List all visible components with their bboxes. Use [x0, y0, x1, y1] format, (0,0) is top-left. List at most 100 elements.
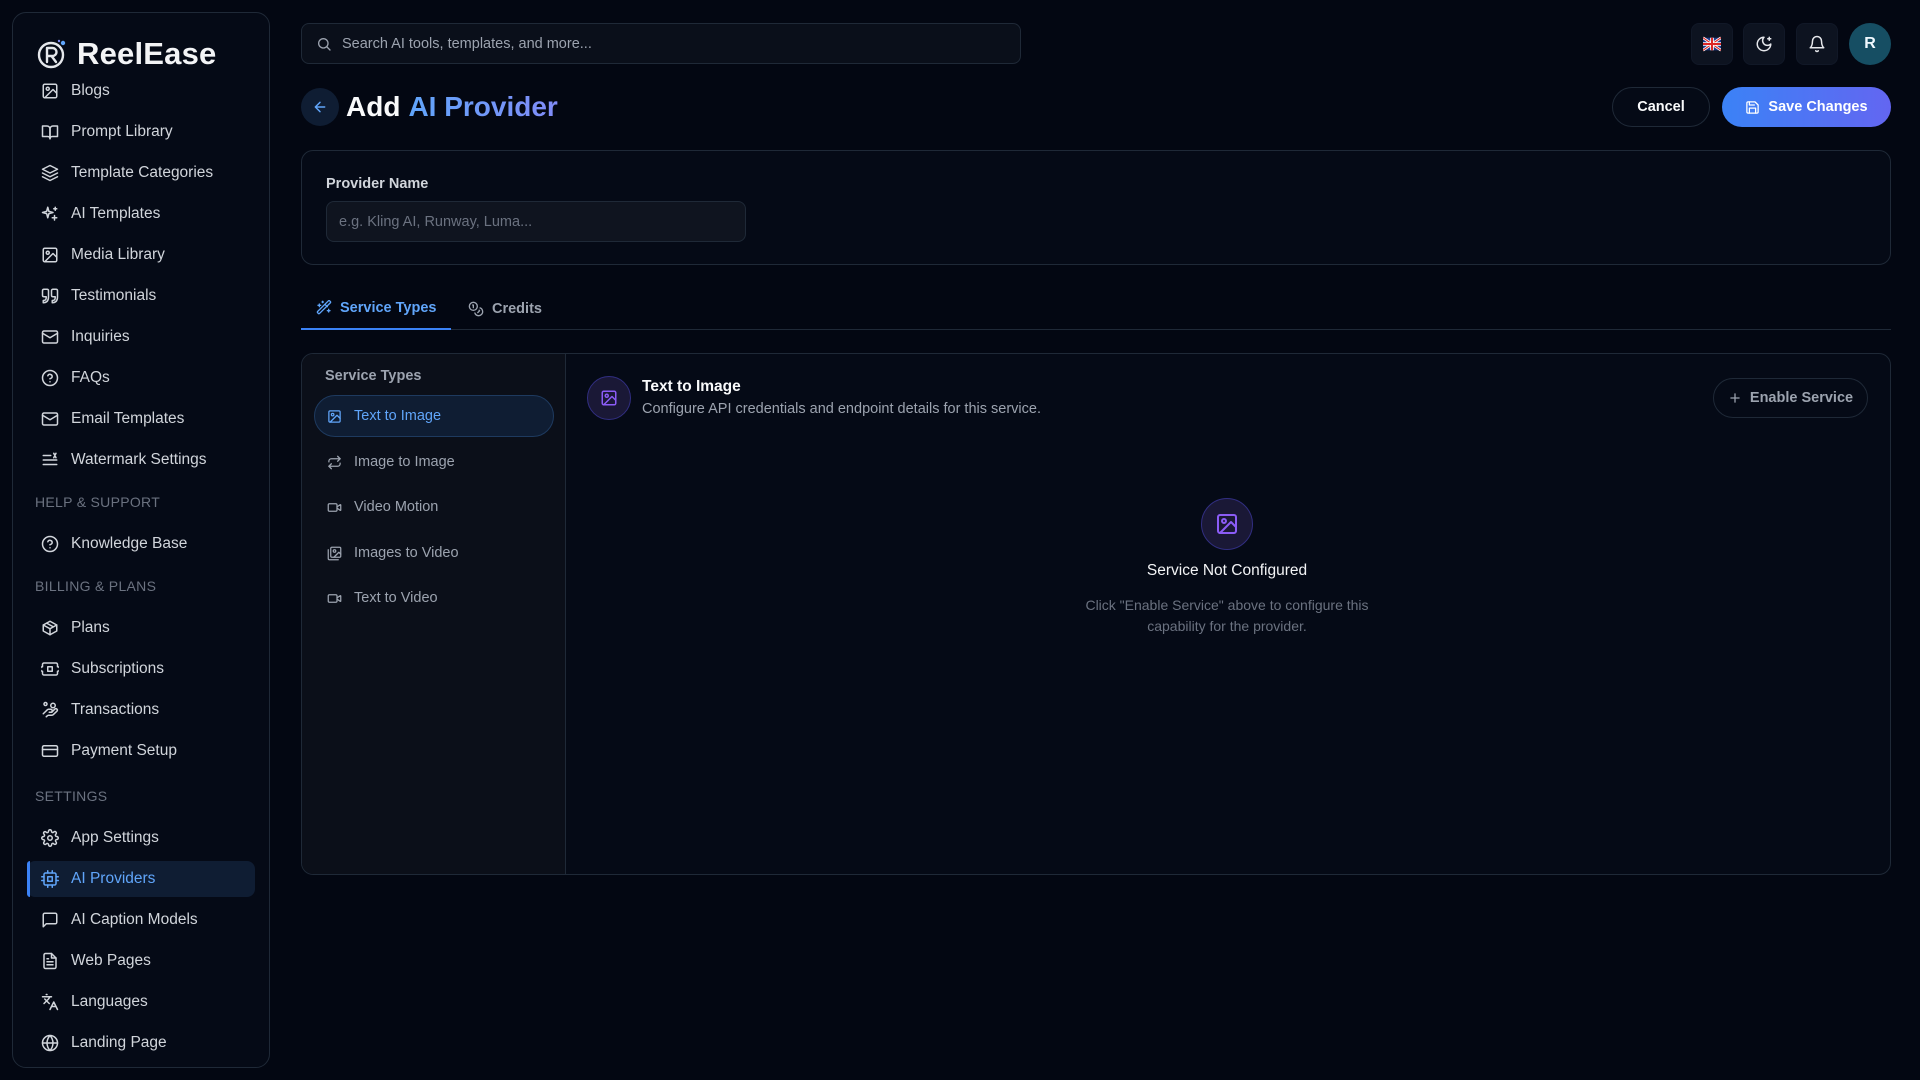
- sidebar-item-label: Email Templates: [71, 410, 185, 427]
- service-item-text-to-video[interactable]: Text to Video: [314, 577, 554, 619]
- sidebar-item-payment-setup[interactable]: Payment Setup: [27, 733, 255, 769]
- sidebar-item-web-pages[interactable]: Web Pages: [27, 943, 255, 979]
- sidebar-item-label: AI Caption Models: [71, 911, 198, 928]
- save-changes-button[interactable]: Save Changes: [1722, 87, 1891, 127]
- avatar[interactable]: R: [1849, 23, 1891, 65]
- section-billing-plans: BILLING & PLANS: [35, 578, 157, 594]
- sidebar-item-app-settings[interactable]: App Settings: [27, 820, 255, 856]
- provider-name-input[interactable]: [326, 201, 746, 242]
- sparkles-icon: [41, 206, 58, 221]
- sidebar-item-label: Landing Page: [71, 1034, 167, 1051]
- text-lines-icon: [42, 452, 58, 466]
- search-bar[interactable]: [301, 23, 1021, 64]
- image-icon: [328, 409, 341, 423]
- service-panel: Service Types Text to Image Image to Ima…: [301, 353, 1891, 875]
- image-icon: [42, 83, 58, 99]
- section-help-support: HELP & SUPPORT: [35, 494, 161, 510]
- sidebar-item-knowledge-base[interactable]: Knowledge Base: [27, 526, 255, 562]
- page-title-highlight: AI Provider: [408, 91, 558, 122]
- service-item-label: Text to Video: [354, 590, 438, 606]
- service-item-images-to-video[interactable]: Images to Video: [314, 532, 554, 574]
- plus-icon: [1730, 393, 1740, 403]
- tab-bar: Service Types Credits: [301, 288, 1891, 330]
- coins-icon: [468, 301, 484, 317]
- package-icon: [42, 620, 58, 636]
- brand[interactable]: ReelEase: [35, 31, 265, 77]
- sidebar-item-media-library[interactable]: Media Library: [27, 237, 255, 273]
- sidebar-item-faqs[interactable]: FAQs: [27, 360, 255, 396]
- sidebar-item-label: FAQs: [71, 369, 110, 386]
- sidebar-item-landing-page[interactable]: Landing Page: [27, 1025, 255, 1061]
- cpu-icon: [41, 870, 59, 888]
- quote-icon: [41, 288, 59, 304]
- tab-credits[interactable]: Credits: [453, 288, 557, 330]
- sidebar-item-label: Testimonials: [71, 287, 157, 304]
- mail-icon: [41, 412, 59, 426]
- sidebar-item-label: Media Library: [71, 246, 165, 263]
- enable-service-button[interactable]: Enable Service: [1713, 378, 1868, 418]
- sidebar-item-ai-templates[interactable]: AI Templates: [27, 196, 255, 232]
- service-item-text-to-image[interactable]: Text to Image: [314, 395, 554, 437]
- service-item-image-to-image[interactable]: Image to Image: [314, 441, 554, 483]
- video-icon: [327, 593, 342, 603]
- images-icon: [327, 546, 342, 560]
- save-icon: [1746, 100, 1760, 114]
- sidebar-item-plans[interactable]: Plans: [27, 610, 255, 646]
- service-item-label: Image to Image: [354, 454, 455, 470]
- sidebar-item-watermark-settings[interactable]: Watermark Settings: [27, 442, 255, 478]
- notifications-button[interactable]: [1796, 23, 1838, 65]
- arrow-left-icon: [314, 101, 326, 113]
- brand-logo-icon: [35, 37, 69, 71]
- save-changes-label: Save Changes: [1768, 99, 1868, 115]
- sidebar-item-label: Knowledge Base: [71, 535, 188, 552]
- page-title: Add AI Provider: [346, 88, 558, 126]
- sidebar-item-label: Prompt Library: [71, 123, 173, 140]
- globe-icon: [41, 1034, 59, 1052]
- theme-toggle-button[interactable]: [1743, 23, 1785, 65]
- search-icon: [318, 37, 331, 51]
- moon-icon: [1756, 36, 1772, 52]
- wand-icon: [316, 300, 332, 315]
- coins-icon: [42, 701, 59, 718]
- help-circle-icon: [41, 535, 59, 553]
- service-item-video-motion[interactable]: Video Motion: [314, 486, 554, 528]
- sidebar-item-label: AI Templates: [71, 205, 161, 222]
- sidebar-item-label: Template Categories: [71, 164, 214, 181]
- page-title-prefix: Add: [346, 91, 401, 122]
- back-button[interactable]: [301, 88, 339, 126]
- tab-label: Service Types: [340, 300, 437, 316]
- sidebar-item-email-templates[interactable]: Email Templates: [27, 401, 255, 437]
- service-list-title: Service Types: [325, 368, 422, 384]
- sidebar-item-label: Inquiries: [71, 328, 130, 345]
- cancel-button[interactable]: Cancel: [1612, 87, 1710, 127]
- provider-name-card: Provider Name: [301, 150, 1891, 265]
- empty-state-description: Click "Enable Service" above to configur…: [1085, 597, 1369, 634]
- book-open-icon: [41, 125, 59, 140]
- mail-icon: [41, 330, 59, 344]
- sidebar-item-subscriptions[interactable]: Subscriptions: [27, 651, 255, 687]
- service-type-list: Service Types Text to Image Image to Ima…: [302, 354, 566, 874]
- sidebar-item-template-categories[interactable]: Template Categories: [27, 155, 255, 191]
- sidebar-item-languages[interactable]: Languages: [27, 984, 255, 1020]
- credit-card-icon: [41, 745, 59, 757]
- service-item-label: Images to Video: [354, 545, 459, 561]
- sidebar-item-prompt-library[interactable]: Prompt Library: [27, 114, 255, 150]
- tab-service-types[interactable]: Service Types: [301, 288, 452, 330]
- tab-label: Credits: [492, 301, 542, 317]
- section-settings: SETTINGS: [35, 788, 108, 804]
- language-button[interactable]: [1691, 23, 1733, 65]
- uk-flag-icon: [1703, 36, 1721, 52]
- sidebar-item-label: Plans: [71, 619, 110, 636]
- sidebar-item-ai-caption-models[interactable]: AI Caption Models: [27, 902, 255, 938]
- sidebar-item-ai-providers[interactable]: AI Providers: [27, 861, 255, 897]
- sidebar-item-label: App Settings: [71, 829, 159, 846]
- search-input[interactable]: [342, 35, 982, 52]
- sidebar-item-inquiries[interactable]: Inquiries: [27, 319, 255, 355]
- service-detail-description: Configure API credentials and endpoint d…: [642, 401, 1041, 417]
- sidebar-item-testimonials[interactable]: Testimonials: [27, 278, 255, 314]
- sidebar-item-blogs[interactable]: Blogs: [27, 73, 255, 109]
- file-text-icon: [43, 952, 57, 970]
- sidebar-item-transactions[interactable]: Transactions: [27, 692, 255, 728]
- sidebar-item-label: Watermark Settings: [71, 451, 207, 468]
- video-icon: [327, 502, 342, 512]
